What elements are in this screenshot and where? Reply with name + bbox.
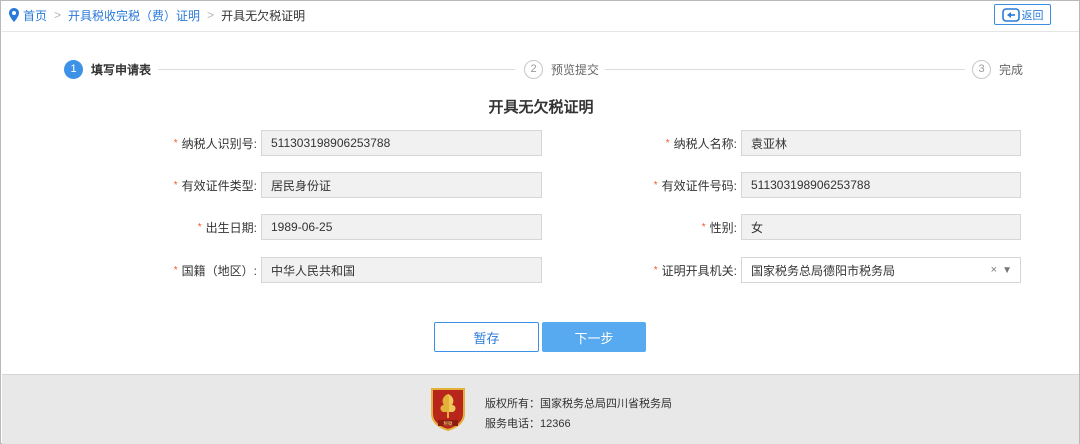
- next-step-button[interactable]: 下一步: [542, 322, 646, 352]
- issuing-office-label: * 证明开具机关:: [653, 263, 737, 278]
- required-mark: *: [173, 179, 178, 191]
- svg-text:税徽: 税徽: [444, 420, 453, 427]
- footer-copyright: 版权所有：国家税务总局四川省税务局: [485, 398, 672, 410]
- gender-field[interactable]: 女: [741, 214, 1021, 240]
- step-label: 填写申请表: [91, 62, 152, 77]
- required-mark: *: [653, 179, 658, 191]
- return-arrow-icon: [1001, 7, 1020, 22]
- step-connector: [158, 69, 515, 70]
- step-number: 1: [64, 59, 83, 79]
- step-number: 2: [524, 59, 543, 79]
- issuing-office-select[interactable]: 国家税务总局德阳市税务局 × ▼: [741, 257, 1021, 283]
- id-type-label: * 有效证件类型:: [173, 178, 257, 193]
- step-2: 2 预览提交: [524, 59, 599, 79]
- tax-emblem-logo: 税徽: [431, 388, 465, 431]
- required-mark: *: [197, 221, 202, 233]
- save-draft-button[interactable]: 暂存: [434, 322, 539, 352]
- taxpayer-id-label: * 纳税人识别号:: [173, 136, 257, 151]
- step-connector: [605, 69, 965, 70]
- nationality-label: * 国籍（地区）:: [173, 263, 257, 278]
- breadcrumb-separator: >: [54, 8, 62, 22]
- taxpayer-id-field[interactable]: 511303198906253788: [261, 130, 542, 156]
- required-mark: *: [653, 264, 658, 276]
- footer: 税徽 版权所有：国家税务总局四川省税务局 服务电话：12366: [2, 374, 1079, 444]
- birth-date-label: * 出生日期:: [197, 220, 257, 235]
- birth-date-field[interactable]: 1989-06-25: [261, 214, 542, 240]
- step-1: 1 填写申请表: [64, 59, 151, 79]
- step-3: 3 完成: [972, 59, 1023, 79]
- step-label: 预览提交: [551, 62, 600, 77]
- breadcrumb: 首页 > 开具税收完税（费）证明 > 开具无欠税证明: [9, 5, 305, 25]
- clear-icon[interactable]: ×: [991, 264, 997, 276]
- id-number-label: * 有效证件号码:: [653, 178, 737, 193]
- breadcrumb-parent-link[interactable]: 开具税收完税（费）证明: [68, 7, 200, 24]
- breadcrumb-separator: >: [207, 8, 215, 22]
- header-divider: [2, 31, 1079, 32]
- id-number-field[interactable]: 511303198906253788: [741, 172, 1021, 198]
- dropdown-arrow-icon[interactable]: ▼: [1002, 265, 1012, 276]
- location-pin-icon: [9, 8, 19, 22]
- taxpayer-name-label: * 纳税人名称:: [665, 136, 737, 151]
- page-frame: 首页 > 开具税收完税（费）证明 > 开具无欠税证明 返回 1 填写申请表 2 …: [0, 0, 1080, 444]
- required-mark: *: [665, 137, 670, 149]
- form-title: 开具无欠税证明: [488, 99, 594, 116]
- step-number: 3: [972, 59, 991, 79]
- required-mark: *: [173, 137, 178, 149]
- id-type-field[interactable]: 居民身份证: [261, 172, 542, 198]
- gender-label: * 性别:: [701, 220, 737, 235]
- issuing-office-value: 国家税务总局德阳市税务局: [751, 263, 896, 278]
- footer-service-phone: 服务电话：12366: [485, 418, 571, 430]
- nationality-field[interactable]: 中华人民共和国: [261, 257, 542, 283]
- step-label: 完成: [999, 62, 1024, 77]
- back-button-label: 返回: [1021, 9, 1044, 22]
- required-mark: *: [173, 264, 178, 276]
- back-button[interactable]: 返回: [994, 4, 1051, 25]
- taxpayer-name-field[interactable]: 袁亚林: [741, 130, 1021, 156]
- breadcrumb-home-link[interactable]: 首页: [23, 7, 47, 24]
- required-mark: *: [701, 221, 706, 233]
- breadcrumb-current: 开具无欠税证明: [221, 8, 306, 23]
